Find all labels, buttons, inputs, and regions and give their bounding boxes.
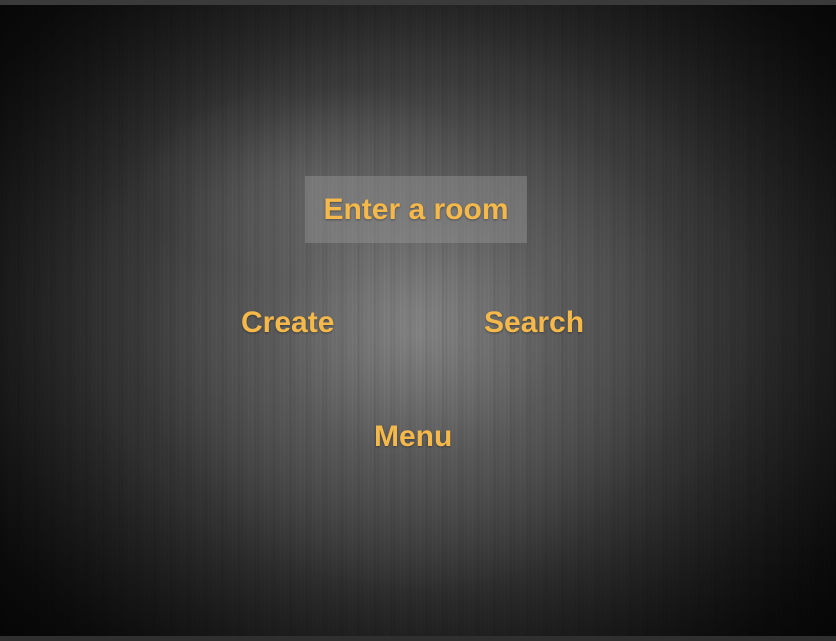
create-button[interactable]: Create <box>241 308 334 338</box>
background-vignette <box>0 5 836 636</box>
search-button[interactable]: Search <box>484 308 584 338</box>
game-screen: Enter a room Create Search Menu <box>0 0 836 641</box>
enter-room-button[interactable]: Enter a room <box>305 176 527 243</box>
menu-button[interactable]: Menu <box>374 422 452 452</box>
